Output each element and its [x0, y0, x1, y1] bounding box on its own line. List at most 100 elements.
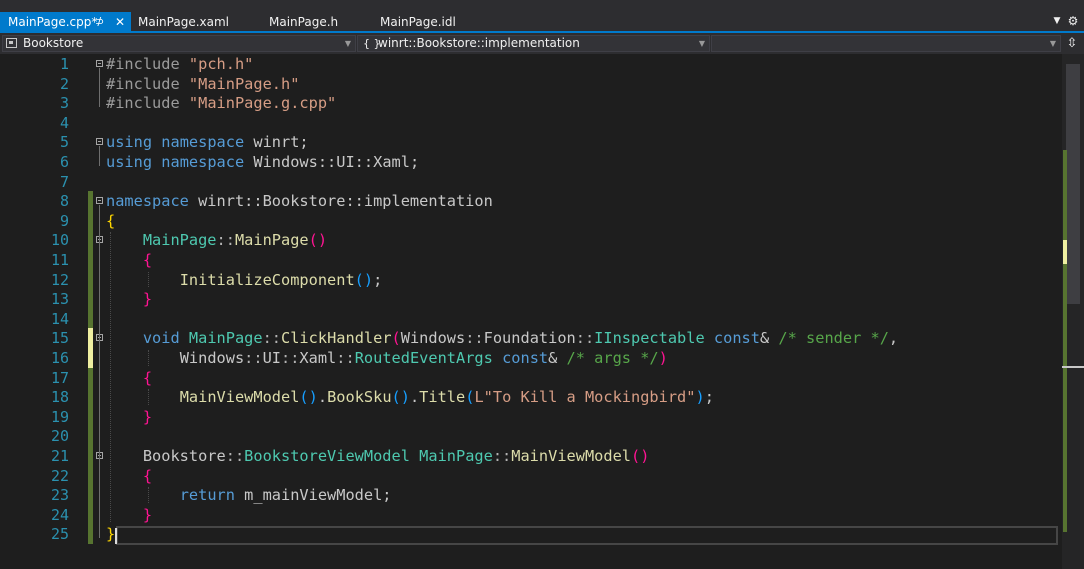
outline-guide	[99, 244, 100, 304]
code-token: ::	[216, 231, 235, 250]
code-line[interactable]: 4	[0, 113, 1062, 133]
code-line[interactable]: 8 namespace winrt::Bookstore::implementat…	[0, 191, 1062, 212]
split-view-icon[interactable]: ⇳	[1064, 36, 1080, 52]
code-token: #include	[106, 74, 180, 93]
line-number: 4	[59, 113, 69, 132]
code-text: #include "pch.h"	[106, 54, 253, 74]
tab-label: MainPage.xaml	[138, 15, 229, 29]
code-line[interactable]: 3 #include "MainPage.g.cpp"	[0, 93, 1062, 113]
code-area[interactable]: 1 #include "pch.h" 2 #include "MainPage.h" 3…	[0, 54, 1062, 569]
code-line[interactable]: 9{	[0, 210, 1062, 231]
code-line[interactable]: 6 using namespace Windows::UI::Xaml;	[0, 152, 1062, 172]
line-number: 14	[50, 309, 69, 328]
code-line[interactable]: 19 }	[0, 406, 1062, 427]
code-token: ()	[299, 388, 318, 407]
code-token: UI	[262, 349, 281, 367]
code-token: ::	[281, 349, 300, 367]
code-token: ::	[465, 329, 484, 348]
project-dropdown[interactable]: Bookstore ▼	[2, 35, 356, 52]
code-token: &	[759, 329, 779, 348]
saved-change-marker	[88, 230, 93, 251]
saved-change-marker	[88, 446, 93, 466]
code-line[interactable]: 22 {	[0, 465, 1062, 486]
code-line[interactable]: 2 #include "MainPage.h"	[0, 74, 1062, 94]
code-line[interactable]: 7	[0, 172, 1062, 192]
collapse-icon[interactable]	[96, 138, 103, 146]
saved-change-marker	[88, 210, 93, 231]
code-token: {	[142, 368, 153, 387]
code-token: ;	[704, 388, 714, 407]
line-number: 1	[59, 55, 69, 73]
tab-mainpage-idl[interactable]: MainPage.idl	[372, 12, 482, 32]
code-text: void MainPage::ClickHandler(Windows::Fou…	[106, 328, 898, 348]
chevron-down-icon[interactable]: ▼	[1051, 13, 1063, 29]
saved-change-marker	[88, 387, 93, 408]
close-icon[interactable]: ✕	[115, 12, 125, 32]
code-token: ::	[244, 349, 263, 367]
code-line[interactable]: 1 #include "pch.h"	[0, 54, 1062, 74]
collapse-icon[interactable]	[96, 197, 103, 205]
code-token: return	[179, 486, 235, 505]
code-line[interactable]: 12 InitializeComponent();	[0, 269, 1062, 290]
collapse-icon[interactable]	[96, 60, 103, 67]
pin-icon[interactable]: ⊅	[95, 12, 104, 32]
code-line[interactable]: 16 Windows::UI::Xaml::RoutedEventArgs co…	[0, 348, 1062, 368]
project-label: Bookstore	[23, 36, 84, 50]
code-line[interactable]: 14	[0, 308, 1062, 329]
code-line[interactable]: 18 MainViewModel().BookSku().Title(L"To …	[0, 387, 1062, 408]
scrollbar-thumb[interactable]	[1066, 64, 1080, 304]
line-number: 11	[50, 251, 69, 269]
current-line-highlight	[116, 526, 1058, 545]
saved-change-marker	[88, 426, 93, 447]
code-token: Windows	[400, 329, 466, 348]
line-number: 15	[50, 329, 69, 348]
code-line[interactable]: 11 {	[0, 250, 1062, 270]
code-line[interactable]: 24 }	[0, 504, 1062, 525]
code-line[interactable]: 13 }	[0, 289, 1062, 310]
code-line[interactable]: 17 {	[0, 367, 1062, 388]
code-token: namespace	[161, 153, 245, 171]
code-line[interactable]: 20	[0, 426, 1062, 447]
saved-change-marker	[88, 289, 93, 310]
code-token: MainPage	[234, 231, 309, 250]
gear-icon[interactable]: ⚙	[1066, 13, 1080, 29]
line-number: 24	[50, 505, 69, 524]
vertical-scrollbar[interactable]	[1062, 54, 1084, 569]
outline-guide	[99, 68, 100, 108]
code-line[interactable]: 21 Bookstore::BookstoreViewModel MainPag…	[0, 446, 1062, 466]
code-token: using	[106, 133, 153, 152]
line-number: 18	[50, 388, 69, 407]
indent-guide	[148, 389, 149, 405]
tab-mainpage-h[interactable]: MainPage.h	[261, 12, 371, 32]
document-tab-strip: MainPage.cpp* ⊅ ✕ MainPage.xaml MainPage…	[0, 0, 1084, 33]
tab-mainpage-xaml[interactable]: MainPage.xaml	[130, 12, 260, 32]
member-dropdown[interactable]: ▼	[711, 35, 1061, 52]
code-text: {	[106, 368, 152, 388]
scope-dropdown[interactable]: { } winrt::Bookstore::implementation ▼	[357, 35, 710, 52]
tab-mainpage-cpp[interactable]: MainPage.cpp* ⊅ ✕	[0, 12, 131, 32]
code-line[interactable]: 23 return m_mainViewModel;	[0, 485, 1062, 506]
saved-change-marker	[88, 269, 93, 290]
code-token: L"To Kill a Mockingbird"	[474, 388, 696, 407]
line-number: 22	[50, 466, 69, 485]
saved-change-marker	[88, 250, 93, 270]
line-number: 13	[50, 290, 69, 309]
code-editor[interactable]: 1 #include "pch.h" 2 #include "MainPage.h" 3…	[0, 54, 1062, 569]
code-token: MainViewModel	[179, 388, 300, 407]
line-number: 19	[50, 407, 69, 426]
code-token: winrt::Bookstore::implementation	[188, 192, 493, 211]
code-token: Windows::UI::Xaml;	[244, 153, 420, 171]
navigation-bar: Bookstore ▼ { } winrt::Bookstore::implem…	[0, 33, 1084, 54]
unsaved-change-marker	[1063, 240, 1067, 264]
code-text: {	[106, 211, 115, 231]
code-line[interactable]: 10 MainPage::MainPage()	[0, 230, 1062, 251]
code-line[interactable]: 5 using namespace winrt;	[0, 132, 1062, 152]
tab-label: MainPage.cpp*	[8, 15, 98, 29]
code-token: ()	[631, 447, 650, 465]
code-line[interactable]: 15 void MainPage::ClickHandler(Windows::…	[0, 328, 1062, 349]
code-token: MainPage	[188, 329, 263, 348]
